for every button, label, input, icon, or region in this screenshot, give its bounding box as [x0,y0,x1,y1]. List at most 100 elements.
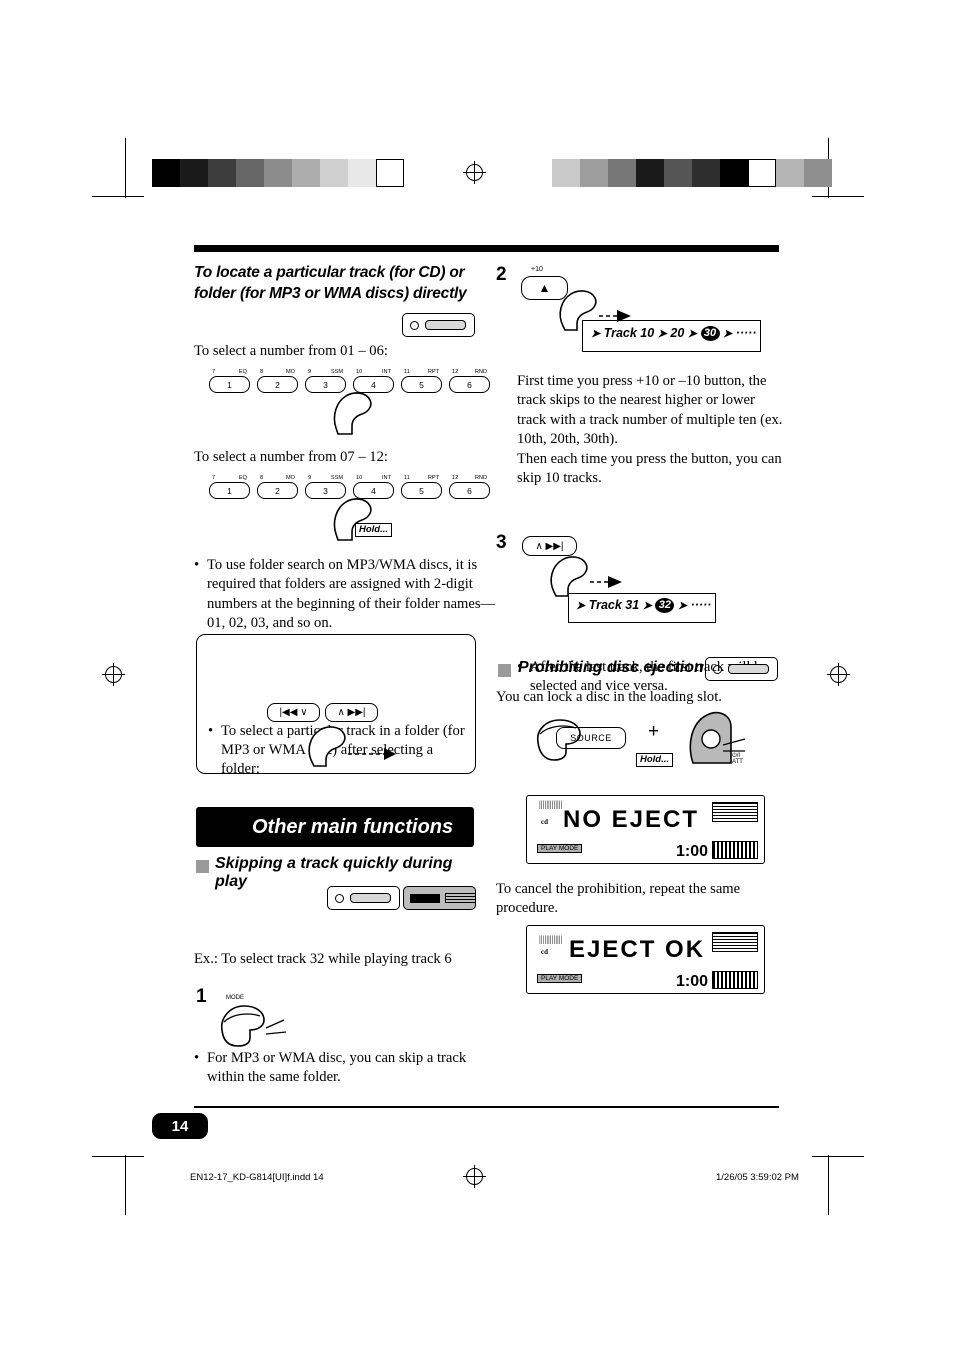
paragraph-skip10: Then each time you press the button, you… [517,451,782,487]
panel-bar-icon-2 [350,893,391,903]
head-unit-buttons-icon [445,893,475,903]
crop-mark-tr-h [812,196,864,197]
head-unit-display-icon [410,893,440,903]
other-main-functions-bar: Other main functions [196,807,474,847]
plus-sign: + [648,721,660,742]
lcd1-level-meter [712,802,758,822]
crop-mark-br-v [828,1155,829,1215]
footer-file-name: EN12-17_KD-G814[UI]f.indd 14 [190,1172,324,1183]
skipping-bullet: For MP3 or WMA disc, you can skip a trac… [194,1049,491,1088]
key-10-top-left: 10 [356,475,363,481]
key-6-top-left: 12 [452,369,459,375]
step-2-number: 2 [496,264,507,285]
flow-arrow-icon-d: ➤ [722,328,733,340]
lcd1-ticks: ||||||||||||| [539,799,563,809]
hold-label-1: Hold... [355,523,393,537]
pointing-hand-icon-6 [550,556,622,597]
pointing-hand-icon-1 [333,392,372,435]
panel-dot-icon [410,320,419,330]
lcd-display-eject-ok: ||||||||||||| EJECT OK cd PLAY MODE 1:00 [526,925,765,994]
left-column: To locate a particular track (for CD) or… [194,262,478,304]
lcd2-play-mode: PLAY MODE [537,974,583,983]
crop-mark-tl-v [125,138,126,198]
key-10-top-right: INT [381,475,391,481]
step-3-number: 3 [496,532,507,553]
other-main-functions-label: Other main functions [252,815,454,838]
svg-text:⏻/I: ⏻/I [732,752,740,759]
panel-bar-icon [425,320,466,330]
lcd1-main-text: NO EJECT [563,806,700,833]
remote-panel-icon-2 [327,886,400,910]
remote-panel-icon-1 [402,313,475,337]
key-6-label: 6 [449,376,490,393]
track-flow-step3: ➤ Track 31 ➤ 32 ➤ ····· [576,598,712,614]
lcd1-eq-meter [712,841,758,859]
crop-mark-bl-v [125,1155,126,1215]
key-6-top-right: RND [474,369,487,375]
flow-arrow-icon-f: ➤ [642,600,652,612]
crop-mark-br-h [812,1156,864,1157]
lcd1-tick-row: ||||||||||||| [539,799,562,809]
flow-arrow-icon-g: ➤ [677,600,688,612]
key-9-top-left: 9 [308,475,312,481]
key-5-label: 5 [401,376,442,393]
skipping-example: Ex.: To select track 32 while playing tr… [194,951,452,967]
key-2[interactable]: 8 MO 2 [257,369,298,393]
section-square-bullet-2 [498,664,511,677]
crop-mark-bl-h [92,1156,144,1157]
key-3-top-left: 9 [308,369,312,375]
instruction-select-01-06: To select a number from 01 – 06: [194,343,388,359]
key-7-top-right: EQ [238,475,247,481]
pointing-hand-icon-3 [308,726,396,767]
key-1-top-right: EQ [238,369,247,375]
page-number-badge: 14 [152,1113,208,1139]
key-8-label: 2 [257,482,298,499]
source-button[interactable]: SOURCE [556,727,626,749]
key-2-label: 2 [257,376,298,393]
footer-timestamp: 1/26/05 3:59:02 PM [716,1172,799,1183]
color-bar-left [152,159,404,187]
bullet-folder-search: To use folder search on MP3/WMA discs, i… [194,556,497,634]
flow-suffix-step3: ····· [690,598,712,612]
lcd1-time: 1:00 [675,843,708,860]
key-5[interactable]: 11 RPT 5 [401,369,442,393]
key-8[interactable]: 8 MO 2 [257,475,298,499]
key-6[interactable]: 12 RND 6 [449,369,490,393]
paragraph-plus10-explain: First time you press +10 or –10 button, … [517,373,783,448]
key-8-top-right: MO [285,475,295,481]
flow-oval-step2: 30 [700,326,720,342]
registration-mark-right [827,663,850,686]
key-12[interactable]: 12 RND 6 [449,475,490,499]
key-11[interactable]: 11 RPT 5 [401,475,442,499]
track-flow-step2: ➤ Track 10 ➤ 20 ➤ 30 ➤ ····· [591,326,757,342]
key-7-label: 1 [209,482,250,499]
key-12-label: 6 [449,482,490,499]
flow-prefix-step3: Track 31 [588,598,640,612]
key-1-top-left: 7 [212,369,216,375]
flow-arrow-icon-b: ➤ [657,328,667,340]
key-2-top-left: 8 [260,369,264,375]
flow-prefix-step2: Track 10 [603,326,655,340]
key-7[interactable]: 7 EQ 1 [209,475,250,499]
key-2-top-right: MO [285,369,295,375]
color-bar-right [552,159,832,187]
registration-mark-top [463,161,486,184]
lcd-display-no-eject: ||||||||||||| NO EJECT cd PLAY MODE 1:00 [526,795,765,864]
key-5-top-left: 11 [404,369,410,375]
step2-plus10-label: +10 [531,266,543,273]
flow-arrow-icon-a: ➤ [591,328,601,340]
key-1[interactable]: 7 EQ 1 [209,369,250,393]
pointing-hand-icon-4 [220,1005,287,1047]
registration-mark-left [102,663,125,686]
key-4-top-right: INT [381,369,391,375]
footer-rule [194,1106,779,1108]
flow-arrow-icon-e: ➤ [576,600,586,612]
lcd1-play-mode: PLAY MODE [537,844,583,853]
key-12-top-right: RND [474,475,487,481]
flow-arrow-icon-c: ➤ [687,328,698,340]
key-11-label: 5 [401,482,442,499]
lcd2-eq-meter [712,971,758,989]
hold-label-2: Hold... [636,753,674,767]
panel-dot-icon-2 [335,893,344,903]
crop-mark-tl-h [92,196,144,197]
